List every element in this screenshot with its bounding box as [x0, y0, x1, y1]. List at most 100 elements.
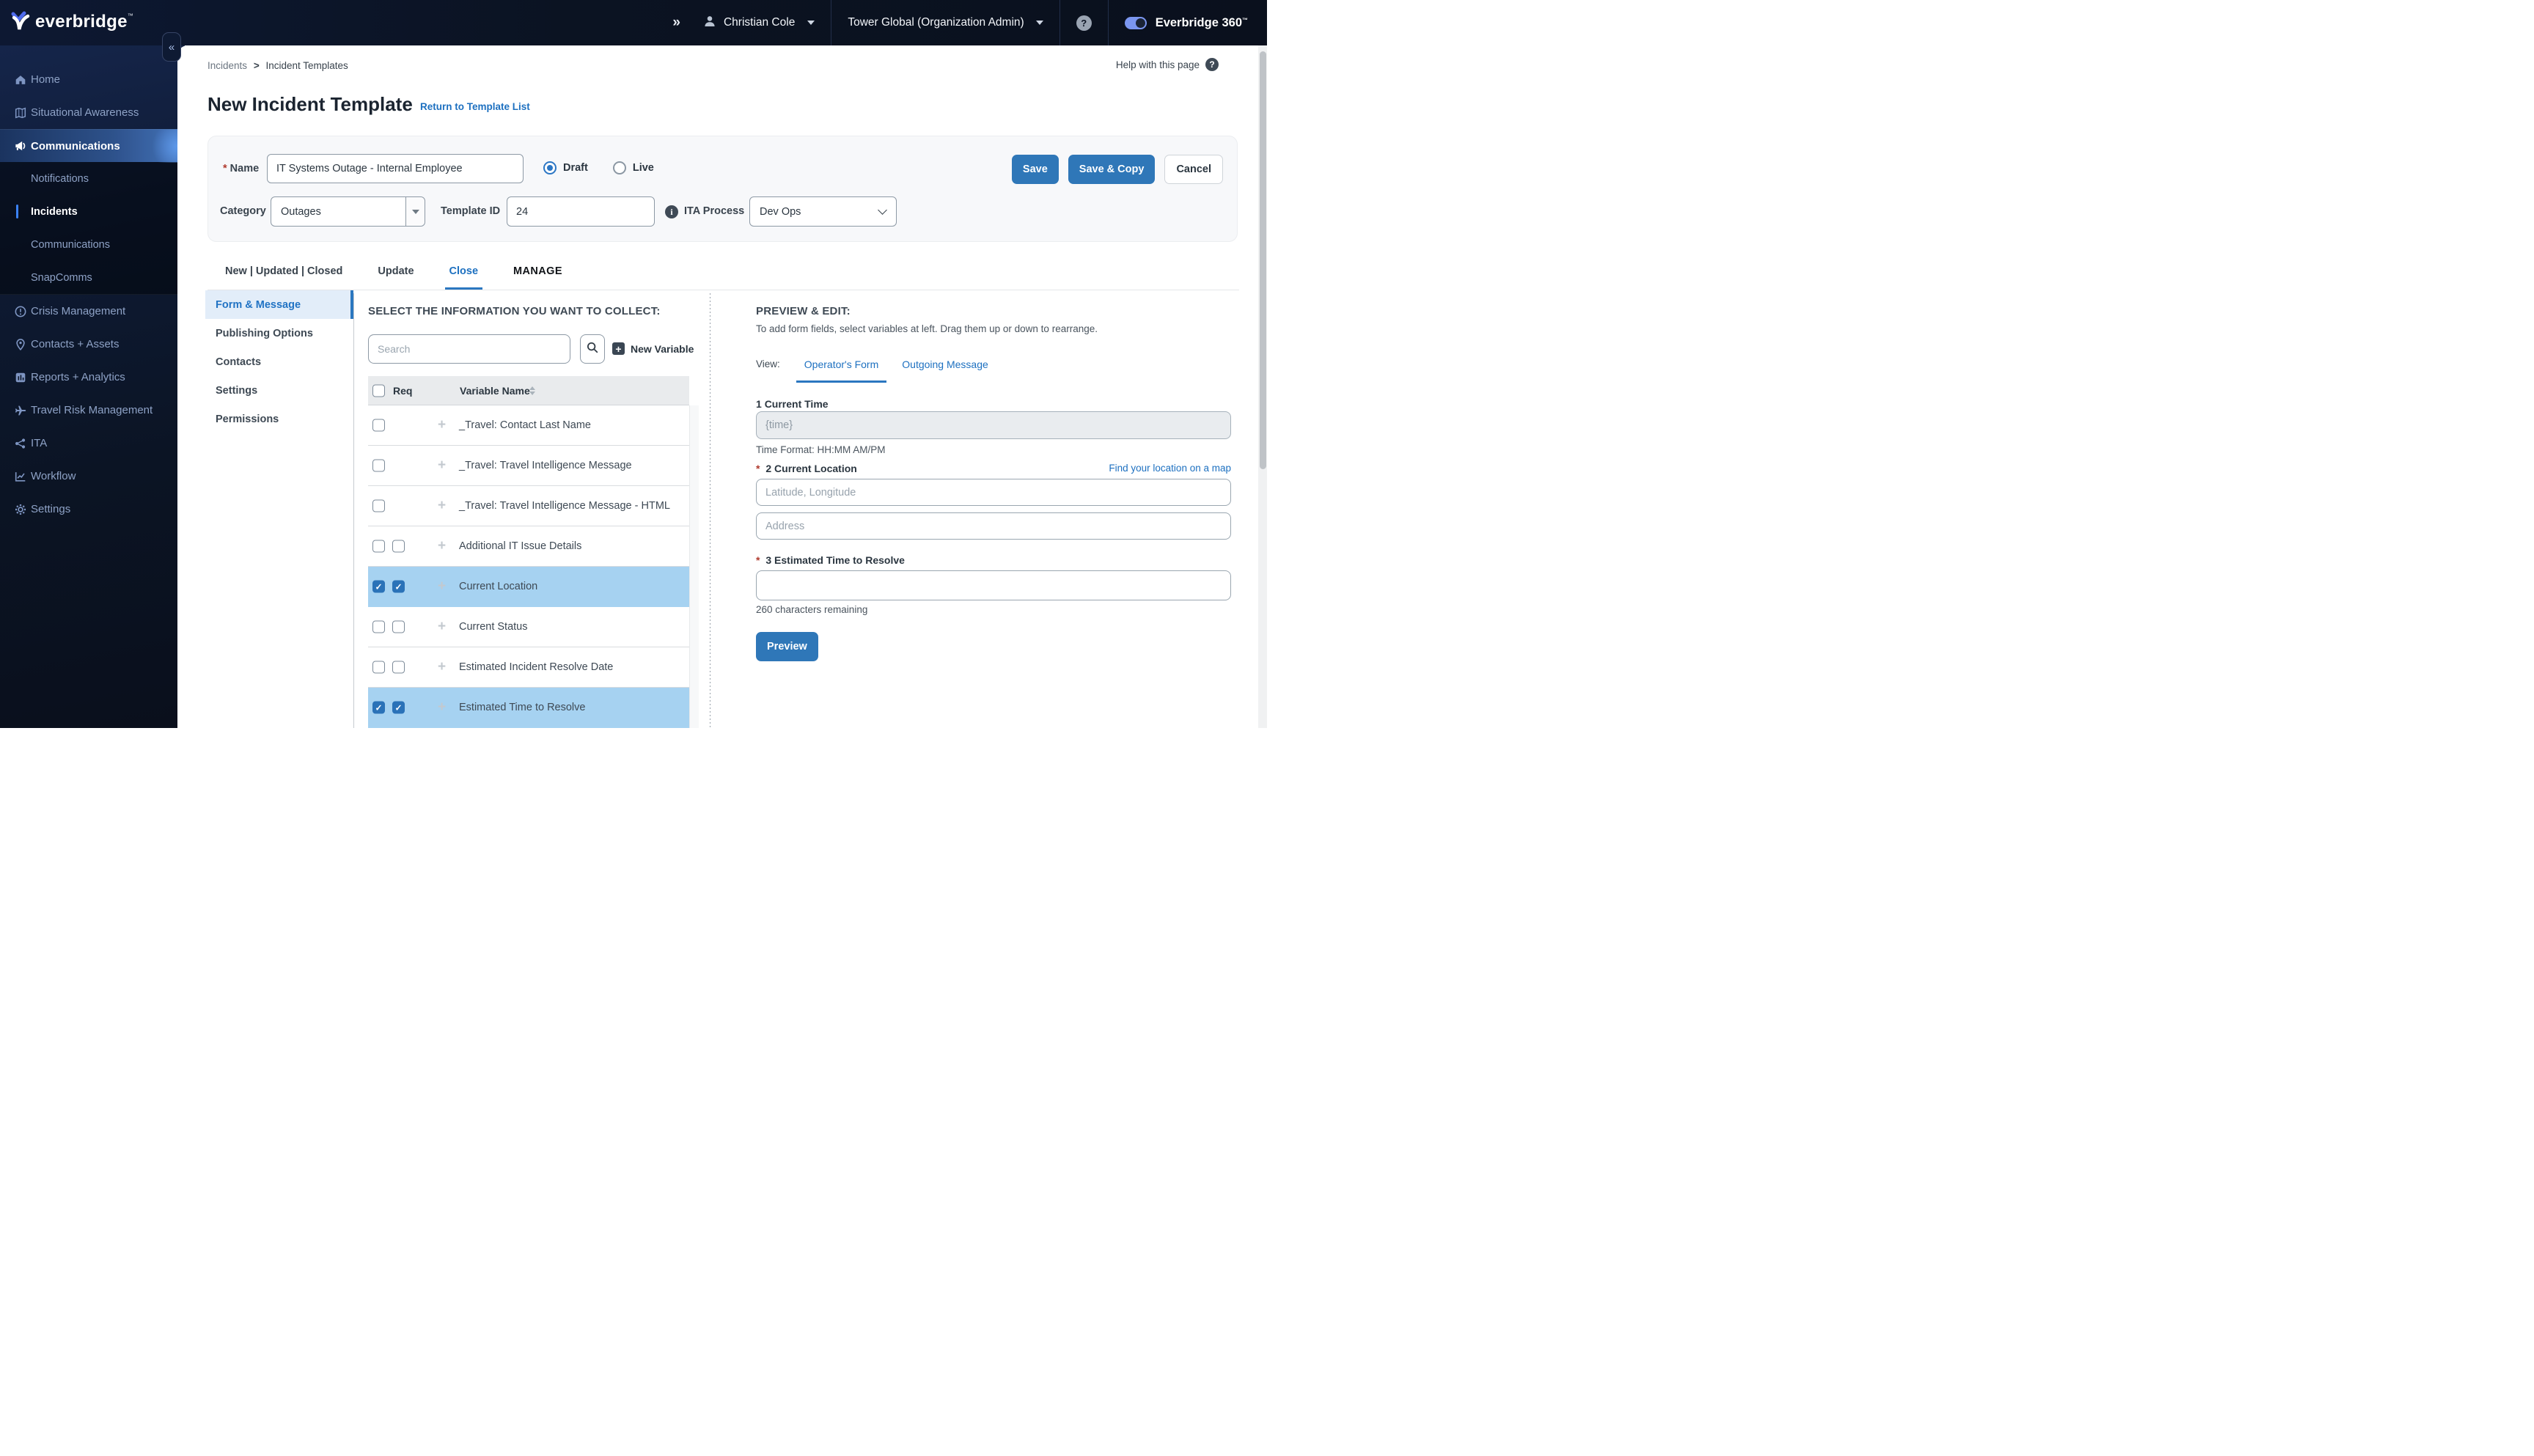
page-scrollbar[interactable]	[1258, 45, 1267, 728]
variable-row[interactable]: + _Travel: Contact Last Name	[368, 405, 689, 446]
tab-operators-form[interactable]: Operator's Form	[796, 356, 887, 383]
variable-row[interactable]: + Estimated Incident Resolve Date	[368, 647, 689, 688]
sidebar-item-communications-sub[interactable]: Communications	[0, 228, 182, 261]
variable-row[interactable]: + Additional IT Issue Details	[368, 526, 689, 567]
ita-process-select[interactable]: Dev Ops	[749, 196, 897, 227]
section-nav-settings[interactable]: Settings	[205, 376, 353, 405]
characters-remaining-note: 260 characters remaining	[756, 604, 868, 615]
user-menu[interactable]: Christian Cole	[702, 14, 815, 32]
category-label: Category	[220, 205, 266, 217]
tab-outgoing-message[interactable]: Outgoing Message	[894, 356, 996, 380]
sidebar-collapse-button[interactable]: «	[162, 32, 181, 62]
select-all-checkbox[interactable]	[372, 384, 385, 397]
address-input[interactable]	[756, 512, 1231, 540]
variable-name: Additional IT Issue Details	[459, 540, 582, 552]
search-button[interactable]	[580, 334, 605, 364]
sidebar-item-communications[interactable]: Communications	[0, 129, 186, 163]
variable-row[interactable]: ✓ ✓ + Current Location	[368, 567, 689, 607]
preview-button[interactable]: Preview	[756, 632, 818, 661]
variable-name: _Travel: Contact Last Name	[459, 419, 591, 431]
field-1-label: 1 Current Time	[756, 398, 829, 410]
select-checkbox[interactable]: ✓	[372, 580, 385, 593]
estimated-time-input[interactable]	[756, 570, 1231, 600]
add-variable-icon[interactable]: +	[438, 578, 446, 595]
section-nav-publishing-options[interactable]: Publishing Options	[205, 319, 353, 348]
new-variable-button[interactable]: + New Variable	[612, 342, 694, 355]
select-checkbox[interactable]	[372, 620, 385, 633]
breadcrumb-incidents[interactable]: Incidents	[208, 60, 247, 71]
variable-row[interactable]: ✓ ✓ + Estimated Time to Resolve	[368, 688, 689, 728]
live-radio[interactable]: Live	[612, 161, 654, 174]
select-checkbox[interactable]	[372, 499, 385, 512]
select-checkbox[interactable]	[372, 661, 385, 674]
variable-list-scrollbar[interactable]	[689, 405, 699, 728]
sidebar-item-settings[interactable]: Settings	[0, 493, 182, 526]
phase-tabs: New | Updated | Closed Update Close MANA…	[221, 262, 567, 290]
radio-unselected-icon	[612, 161, 626, 174]
search-input[interactable]	[368, 334, 570, 364]
draft-radio[interactable]: Draft	[543, 161, 588, 174]
sidebar-item-notifications[interactable]: Notifications	[0, 162, 182, 195]
sidebar-item-crisis-management[interactable]: Crisis Management	[0, 295, 182, 328]
current-time-input	[756, 411, 1231, 439]
cancel-button[interactable]: Cancel	[1164, 155, 1223, 184]
everbridge-360-toggle[interactable]	[1124, 16, 1147, 29]
sidebar-item-incidents[interactable]: Incidents	[0, 195, 182, 228]
view-label: View:	[756, 359, 780, 369]
tab-update[interactable]: Update	[373, 262, 418, 290]
variable-name: Estimated Time to Resolve	[459, 702, 586, 713]
sidebar-item-situational-awareness[interactable]: Situational Awareness	[0, 96, 182, 129]
add-variable-icon[interactable]: +	[438, 699, 446, 716]
tab-close[interactable]: Close	[444, 262, 483, 290]
select-checkbox[interactable]	[372, 419, 385, 432]
req-checkbox[interactable]: ✓	[392, 580, 405, 593]
select-checkbox[interactable]: ✓	[372, 701, 385, 714]
organization-menu[interactable]: Tower Global (Organization Admin)	[848, 16, 1043, 29]
chevron-down-icon	[878, 205, 887, 215]
variable-name: Current Status	[459, 621, 528, 633]
sidebar-item-travel-risk[interactable]: Travel Risk Management	[0, 394, 182, 427]
section-nav-permissions[interactable]: Permissions	[205, 405, 353, 433]
page-scrollbar-thumb[interactable]	[1259, 51, 1266, 469]
sidebar-item-snapcomms[interactable]: SnapComms	[0, 261, 182, 294]
save-button[interactable]: Save	[1011, 155, 1059, 184]
product-name: Everbridge 360	[1155, 15, 1242, 29]
sidebar-item-workflow[interactable]: Workflow	[0, 460, 182, 493]
select-checkbox[interactable]	[372, 540, 385, 553]
add-variable-icon[interactable]: +	[438, 538, 446, 554]
sidebar-item-ita[interactable]: ITA	[0, 427, 182, 460]
return-to-template-list-link[interactable]: Return to Template List	[420, 101, 530, 112]
help-with-page-link[interactable]: Help with this page ?	[1116, 58, 1219, 71]
collapse-header-icon[interactable]: »	[672, 15, 680, 31]
req-checkbox[interactable]: ✓	[392, 701, 405, 714]
save-and-copy-button[interactable]: Save & Copy	[1068, 155, 1156, 184]
sidebar-item-contacts-assets[interactable]: Contacts + Assets	[0, 328, 182, 361]
category-select[interactable]: Outages	[271, 196, 425, 227]
section-nav-contacts[interactable]: Contacts	[205, 348, 353, 376]
name-input[interactable]	[267, 154, 524, 183]
latitude-longitude-input[interactable]	[756, 479, 1231, 506]
info-icon: i	[665, 205, 678, 218]
sidebar-item-reports-analytics[interactable]: Reports + Analytics	[0, 361, 182, 394]
add-variable-icon[interactable]: +	[438, 659, 446, 675]
section-nav-form-message[interactable]: Form & Message	[205, 290, 353, 319]
req-checkbox[interactable]	[392, 540, 405, 553]
tab-manage[interactable]: MANAGE	[509, 262, 567, 290]
add-variable-icon[interactable]: +	[438, 457, 446, 474]
sidebar-item-home[interactable]: Home	[0, 63, 182, 96]
tab-new-updated-closed[interactable]: New | Updated | Closed	[221, 262, 347, 290]
sort-icon[interactable]	[529, 386, 535, 395]
variable-table-header: Req Variable Name	[368, 376, 689, 405]
variable-row[interactable]: + _Travel: Travel Intelligence Message - …	[368, 486, 689, 526]
req-checkbox[interactable]	[392, 661, 405, 674]
find-location-link[interactable]: Find your location on a map	[1109, 463, 1231, 474]
select-checkbox[interactable]	[372, 459, 385, 472]
variable-row[interactable]: + _Travel: Travel Intelligence Message	[368, 446, 689, 486]
add-variable-icon[interactable]: +	[438, 619, 446, 635]
template-id-input[interactable]	[507, 196, 655, 227]
add-variable-icon[interactable]: +	[438, 498, 446, 514]
add-variable-icon[interactable]: +	[438, 417, 446, 433]
help-icon[interactable]: ?	[1076, 15, 1092, 31]
variable-row[interactable]: + Current Status	[368, 607, 689, 647]
req-checkbox[interactable]	[392, 620, 405, 633]
